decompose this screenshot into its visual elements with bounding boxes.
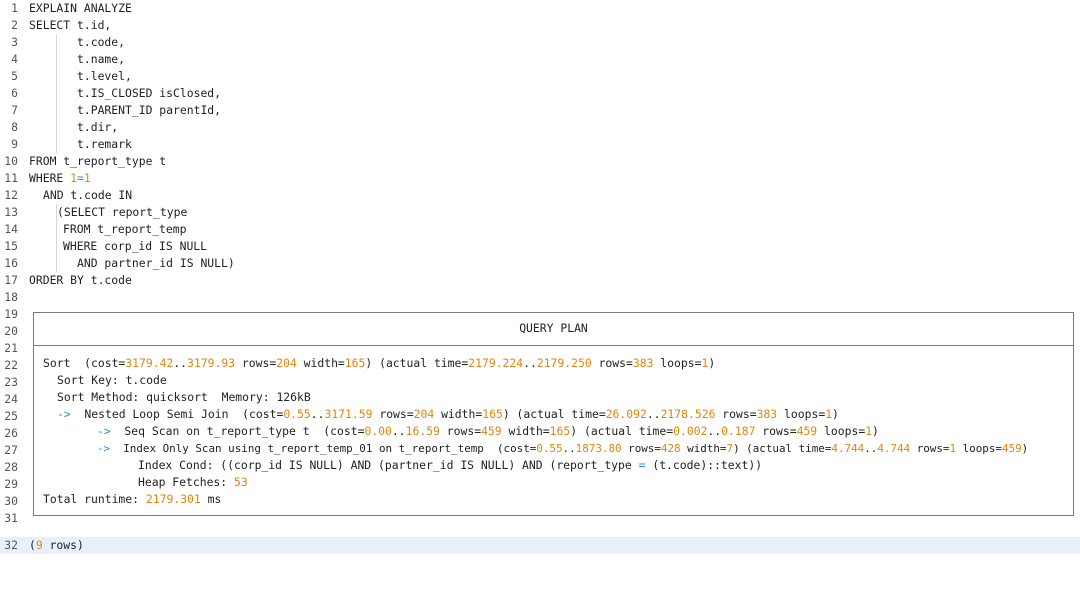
line-number: 32 [4,538,18,552]
code-line: 7 t.PARENT_ID parentId, [0,102,1080,119]
line-number: 29 [4,477,18,491]
sql-text: WHERE corp_id IS NULL [63,239,208,253]
line-number: 7 [11,103,18,117]
current-line: 32 (9 rows) [0,537,1080,554]
line-number: 17 [4,273,18,287]
plan-row-index-only-scan: -> Index Only Scan using t_report_temp_0… [97,442,1029,455]
sql-text: t.name, [77,52,126,66]
plan-row-nested-loop: -> Nested Loop Semi Join (cost=0.55..317… [57,407,839,421]
plan-row-sort-key: Sort Key: t.code [57,373,167,387]
plan-row-seq-scan: -> Seq Scan on t_report_type t (cost=0.0… [97,424,879,438]
query-plan-header: QUERY PLAN [519,321,588,335]
line-number: 23 [4,375,18,389]
line-number: 28 [4,460,18,474]
sql-editor[interactable]: 1 EXPLAIN ANALYZE 2 SELECT t.id, 3 t.cod… [0,0,1080,554]
plan-row-sort-method: Sort Method: quicksort Memory: 126kB [57,390,311,404]
result-row-count: (9 rows) [29,538,84,552]
code-line: 3 t.code, [0,34,1080,51]
line-number: 18 [4,290,18,304]
line-number: 11 [4,171,18,185]
sql-text: t.remark [77,137,132,151]
code-line: 2 SELECT t.id, [0,17,1080,34]
line-number: 2 [11,18,18,32]
sql-text: t.IS_CLOSED isClosed, [77,86,222,100]
sql-text: SELECT t.id, [29,18,112,32]
line-number: 20 [4,324,18,338]
sql-text: (SELECT report_type [57,205,188,219]
code-line: 4 t.name, [0,51,1080,68]
line-number: 15 [4,239,18,253]
query-plan-box: QUERY PLAN Sort (cost=3179.42..3179.93 r… [33,312,1074,516]
plan-row-sort: Sort (cost=3179.42..3179.93 rows=204 wid… [43,356,716,370]
sql-text: ORDER BY t.code [29,273,132,287]
code-line: 14 FROM t_report_temp [0,221,1080,238]
line-number: 16 [4,256,18,270]
line-number: 10 [4,154,18,168]
code-line: 13 (SELECT report_type [0,204,1080,221]
code-line: 5 t.level, [0,68,1080,85]
plan-header-divider [34,345,1073,346]
code-line: 16 AND partner_id IS NULL) [0,255,1080,272]
line-number: 13 [4,205,18,219]
plan-row-total-runtime: Total runtime: 2179.301 ms [43,492,222,506]
code-line: 1 EXPLAIN ANALYZE [0,0,1080,17]
line-number: 1 [11,1,18,15]
line-number: 22 [4,358,18,372]
line-number: 9 [11,137,18,151]
code-line: 10 FROM t_report_type t [0,153,1080,170]
line-number: 4 [11,52,18,66]
line-number: 24 [4,392,18,406]
plan-row-heap-fetches: Heap Fetches: 53 [138,475,248,489]
code-line: 9 t.remark [0,136,1080,153]
code-line: 11 WHERE 1=1 [0,170,1080,187]
line-number: 19 [4,307,18,321]
line-number: 14 [4,222,18,236]
sql-text: AND t.code IN [43,188,133,202]
line-number: 31 [4,511,18,525]
line-number: 3 [11,35,18,49]
line-number: 27 [4,443,18,457]
line-number: 6 [11,86,18,100]
code-line: 12 AND t.code IN [0,187,1080,204]
sql-text: t.code, [77,35,126,49]
sql-text: AND partner_id IS NULL) [77,256,235,270]
line-number: 25 [4,409,18,423]
code-line: 17 ORDER BY t.code [0,272,1080,289]
line-number: 21 [4,341,18,355]
sql-text: EXPLAIN ANALYZE [29,1,132,15]
sql-text: WHERE 1=1 [29,171,91,185]
line-number: 8 [11,120,18,134]
plan-row-index-cond: Index Cond: ((corp_id IS NULL) AND (part… [138,458,763,472]
code-line: 15 WHERE corp_id IS NULL [0,238,1080,255]
line-number: 12 [4,188,18,202]
sql-text: t.dir, [77,120,119,134]
line-number: 5 [11,69,18,83]
sql-text: t.level, [77,69,132,83]
code-line: 8 t.dir, [0,119,1080,136]
sql-text: FROM t_report_type t [29,154,167,168]
line-number: 30 [4,494,18,508]
line-number: 26 [4,426,18,440]
code-line: 6 t.IS_CLOSED isClosed, [0,85,1080,102]
sql-text: FROM t_report_temp [63,222,187,236]
sql-text: t.PARENT_ID parentId, [77,103,222,117]
code-line: 18 [0,289,1080,306]
